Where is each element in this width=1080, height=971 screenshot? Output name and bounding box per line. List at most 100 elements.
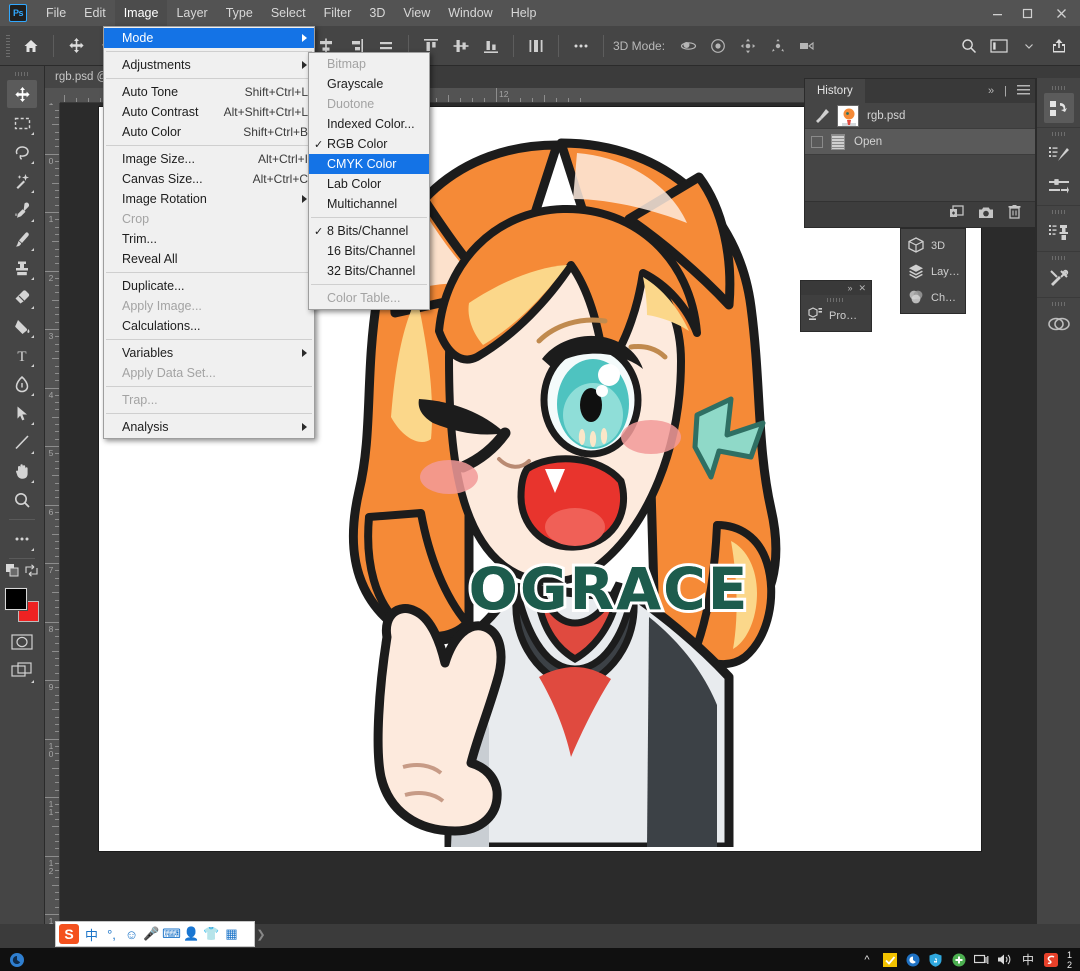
menu-item-lab-color[interactable]: Lab Color — [309, 174, 429, 194]
menu-file[interactable]: File — [37, 0, 75, 26]
history-brush-source-icon[interactable] — [811, 108, 833, 123]
dock-grip[interactable] — [1051, 256, 1066, 260]
type-tool[interactable]: T — [7, 341, 37, 369]
new-document-from-state-icon[interactable] — [949, 205, 964, 224]
close-icon[interactable] — [1042, 0, 1080, 26]
tab-history[interactable]: History — [805, 79, 865, 103]
hand-tool[interactable] — [7, 457, 37, 485]
menu-item-canvas-size[interactable]: Canvas Size... Alt+Ctrl+C — [104, 169, 314, 189]
close-icon[interactable]: ✕ — [858, 283, 866, 294]
ime-indicator[interactable]: 中 — [1017, 948, 1039, 971]
menu-item-cmyk-color[interactable]: CMYK Color — [309, 154, 429, 174]
clone-stamp-tool[interactable] — [7, 254, 37, 282]
history-snapshot-row[interactable]: rgb.psd — [805, 103, 1035, 129]
menu-help[interactable]: Help — [502, 0, 546, 26]
options-bar-grip[interactable] — [6, 34, 10, 57]
delete-state-icon[interactable] — [1008, 205, 1021, 224]
security-check-icon[interactable] — [879, 948, 901, 971]
mode-submenu[interactable]: Bitmap Grayscale Duotone Indexed Color... ✓ R… — [308, 52, 430, 310]
menu-item-mode[interactable]: Mode — [104, 28, 314, 48]
history-state-row[interactable]: Open — [805, 129, 1035, 155]
swap-colors-icon[interactable] — [25, 564, 38, 582]
menu-3d[interactable]: 3D — [360, 0, 394, 26]
adjustments-icon[interactable] — [1044, 171, 1074, 201]
menu-item-trim[interactable]: Trim... — [104, 229, 314, 249]
move-tool-icon[interactable] — [61, 31, 91, 61]
browser-tray-icon[interactable] — [902, 948, 924, 971]
search-icon[interactable] — [954, 31, 984, 61]
chevron-right-icon[interactable]: ❯ — [254, 922, 268, 946]
menu-item-duplicate[interactable]: Duplicate... — [104, 276, 314, 296]
path-selection-tool[interactable] — [7, 399, 37, 427]
network-icon[interactable] — [971, 948, 993, 971]
lasso-tool[interactable] — [7, 138, 37, 166]
pen-tool[interactable] — [7, 370, 37, 398]
eyedropper-tool[interactable] — [7, 196, 37, 224]
creative-cloud-icon[interactable] — [1044, 309, 1074, 339]
quick-mask-icon[interactable] — [7, 628, 37, 656]
toolbox-icon[interactable]: ▦ — [222, 924, 241, 944]
menu-item-rgb-color[interactable]: ✓ RGB Color — [309, 134, 429, 154]
voice-input-icon[interactable]: 🎤 — [142, 924, 161, 944]
menu-filter[interactable]: Filter — [315, 0, 361, 26]
chevron-up-icon[interactable]: ^ — [856, 948, 878, 971]
align-bottom-edges-icon[interactable] — [476, 31, 506, 61]
sogou-ime-toolbar[interactable]: S 中 °, ☺ 🎤 ⌨ 👤 👕 ▦ ❯ — [55, 921, 266, 947]
menu-item-adjustments[interactable]: Adjustments — [104, 55, 314, 75]
menu-item-indexed-color[interactable]: Indexed Color... — [309, 114, 429, 134]
menu-item-auto-contrast[interactable]: Auto Contrast Alt+Shift+Ctrl+L — [104, 102, 314, 122]
align-vertical-distribute-icon[interactable] — [521, 31, 551, 61]
menu-item-calculations[interactable]: Calculations... — [104, 316, 314, 336]
menu-item-reveal-all[interactable]: Reveal All — [104, 249, 314, 269]
sogou-logo-icon[interactable]: S — [59, 924, 79, 944]
menu-item-32-bits-channel[interactable]: 32 Bits/Channel — [309, 261, 429, 281]
clock[interactable]: 1 2 — [1063, 950, 1076, 970]
menu-type[interactable]: Type — [217, 0, 262, 26]
more-options-icon[interactable] — [566, 31, 596, 61]
pan-3d-icon[interactable] — [733, 31, 763, 61]
maximize-icon[interactable] — [1012, 0, 1042, 26]
dock-grip[interactable] — [1051, 86, 1066, 90]
menu-item-auto-color[interactable]: Auto Color Shift+Ctrl+B — [104, 122, 314, 142]
image-menu-dropdown[interactable]: Mode Adjustments Auto Tone Shift+Ctrl+L Auto… — [103, 26, 315, 439]
menu-item-8-bits-channel[interactable]: ✓ 8 Bits/Channel — [309, 221, 429, 241]
vertical-ruler[interactable]: 1012345678910111213 — [45, 103, 60, 924]
share-icon[interactable] — [1044, 31, 1074, 61]
collapsed-panel-ch[interactable]: Ch… — [901, 285, 965, 311]
default-colors-icon[interactable] — [6, 564, 19, 582]
orbit-3d-icon[interactable] — [673, 31, 703, 61]
dock-grip[interactable] — [1051, 132, 1066, 136]
foreground-color-swatch[interactable] — [4, 587, 28, 611]
line-tool[interactable] — [7, 428, 37, 456]
menu-view[interactable]: View — [394, 0, 439, 26]
tool-presets-icon[interactable] — [1044, 263, 1074, 293]
clone-source-icon[interactable] — [1044, 217, 1074, 247]
eraser-tool[interactable] — [7, 283, 37, 311]
collapsed-panel-lay[interactable]: Lay… — [901, 259, 965, 285]
menu-item-analysis[interactable]: Analysis — [104, 417, 314, 437]
plus-shield-icon[interactable] — [948, 948, 970, 971]
brush-tool[interactable] — [7, 225, 37, 253]
menu-layer[interactable]: Layer — [167, 0, 216, 26]
menu-edit[interactable]: Edit — [75, 0, 115, 26]
paint-bucket-tool[interactable] — [7, 312, 37, 340]
libraries-icon[interactable] — [1043, 93, 1074, 123]
emoji-icon[interactable]: ☺ — [122, 924, 141, 944]
create-snapshot-icon[interactable] — [978, 206, 994, 224]
sogou-tray-icon[interactable] — [1040, 948, 1062, 971]
menu-image[interactable]: Image — [114, 0, 168, 26]
brush-settings-icon[interactable] — [1044, 139, 1074, 169]
panel-menu-icon[interactable] — [1012, 84, 1035, 98]
align-vertical-centers-icon[interactable] — [446, 31, 476, 61]
double-chevron-right-icon[interactable]: » — [983, 85, 999, 97]
tools-panel-grip[interactable] — [15, 72, 29, 76]
menu-window[interactable]: Window — [439, 0, 501, 26]
menu-item-16-bits-channel[interactable]: 16 Bits/Channel — [309, 241, 429, 261]
slide-3d-icon[interactable] — [763, 31, 793, 61]
soft-keyboard-icon[interactable]: ⌨ — [162, 924, 181, 944]
zoom-tool[interactable] — [7, 486, 37, 514]
chevron-down-icon[interactable] — [1014, 31, 1044, 61]
user-account-icon[interactable]: 👤 — [182, 924, 201, 944]
history-state-checkbox[interactable] — [811, 135, 823, 148]
home-icon[interactable] — [16, 31, 46, 61]
